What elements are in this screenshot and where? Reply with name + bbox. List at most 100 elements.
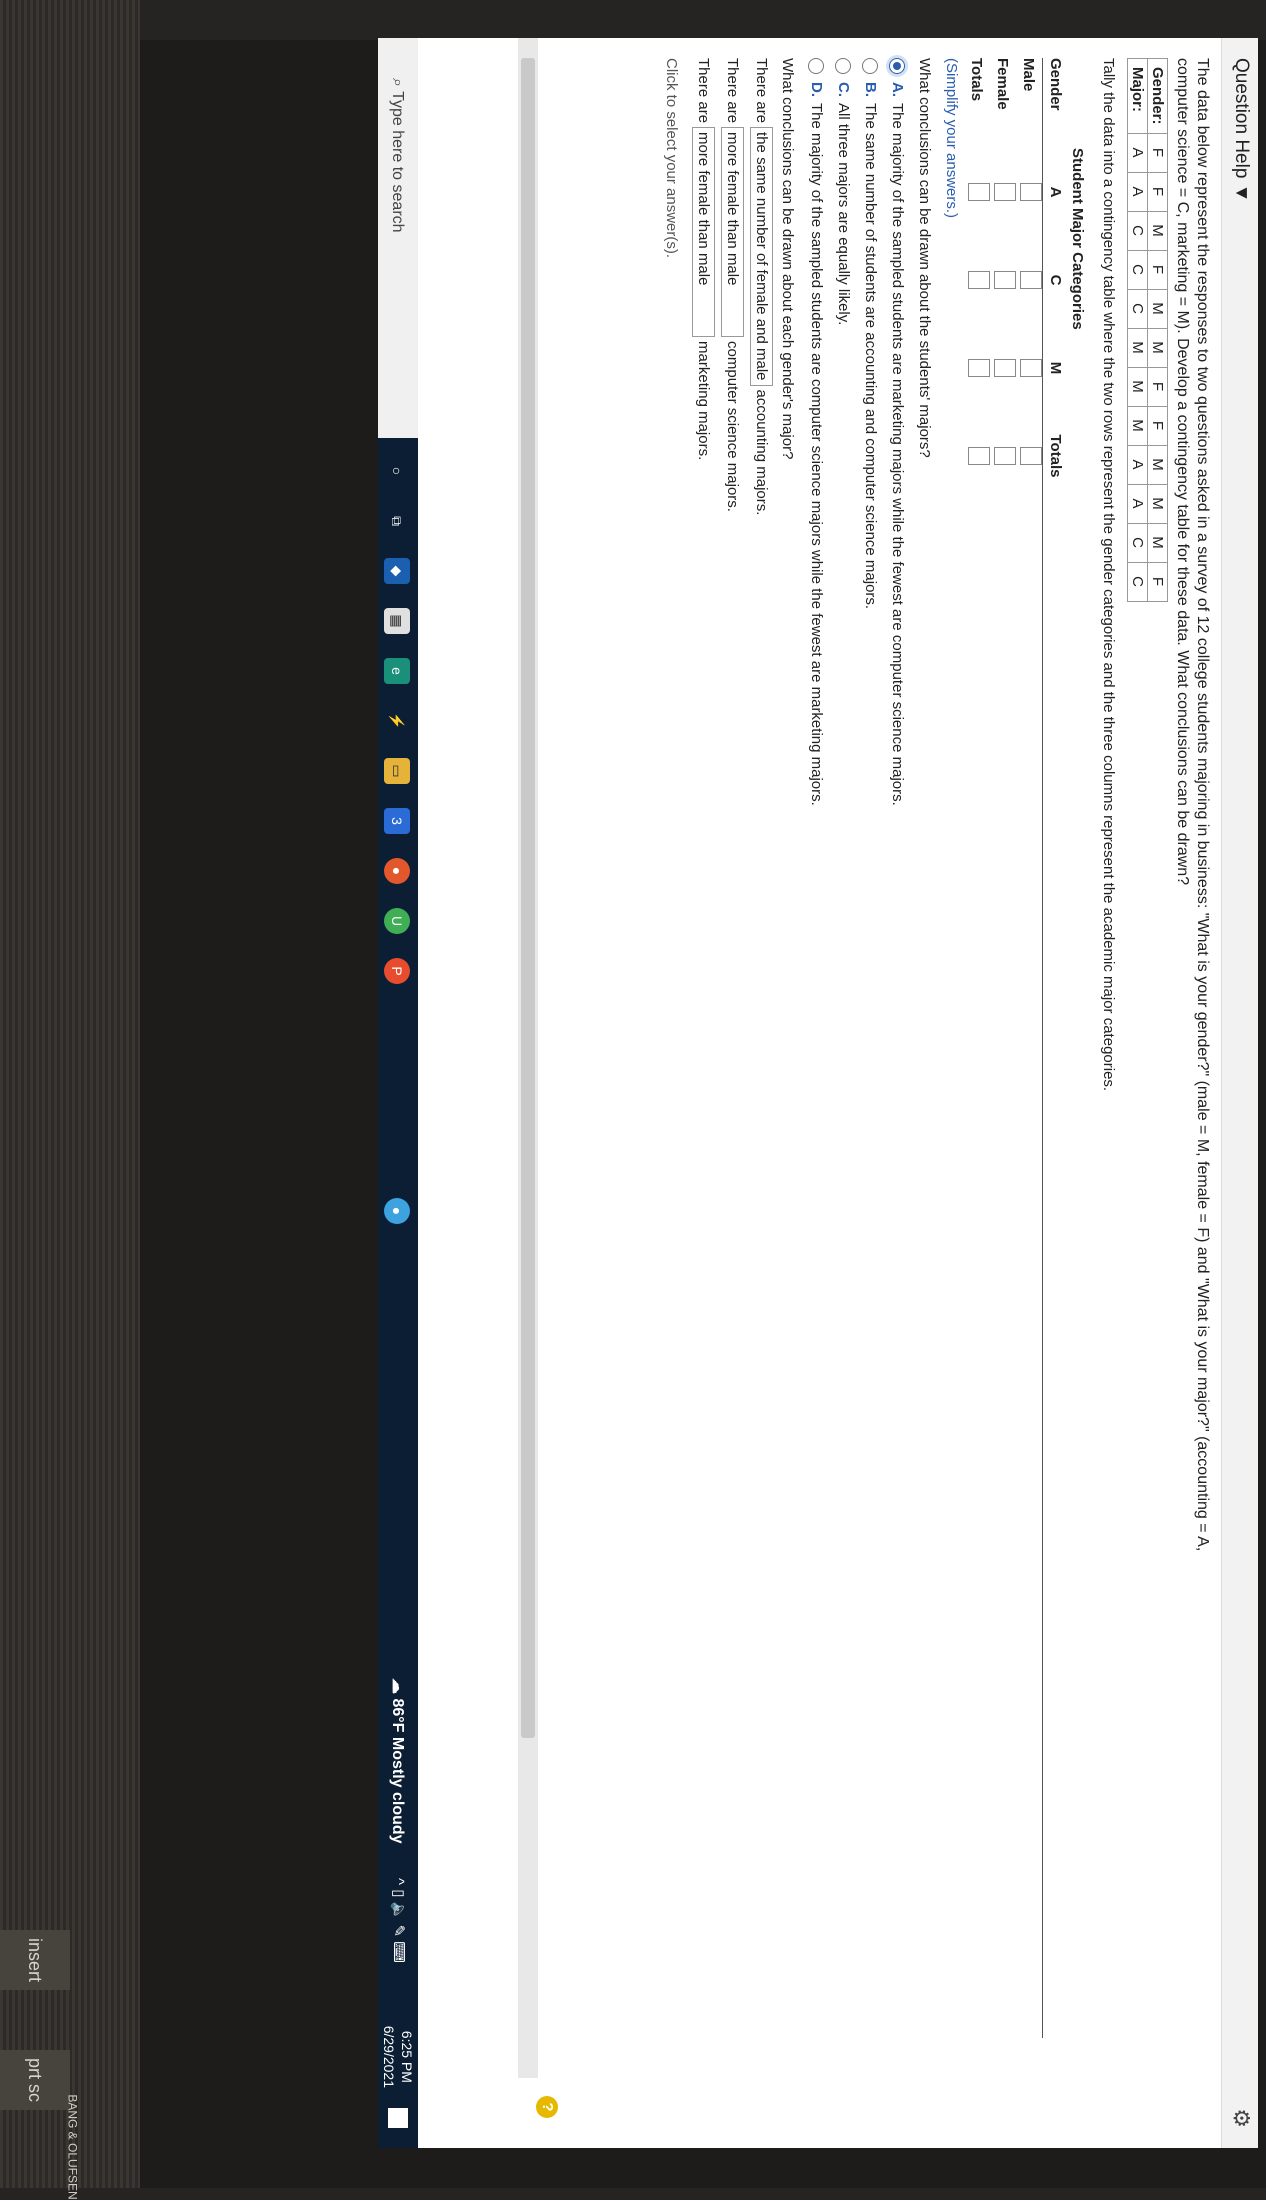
major-cell: C [1127, 289, 1148, 329]
major-cell: A [1127, 484, 1148, 524]
system-tray[interactable]: ^ ▯ 🔈 ✎ ⌨ [390, 1878, 408, 1963]
pen-icon[interactable]: ✎ [390, 1925, 407, 1938]
gender-cell: M [1147, 523, 1168, 563]
dropbox-icon[interactable]: ◆ [384, 558, 410, 584]
search-icon: ⌕ [389, 78, 406, 92]
weather-widget[interactable]: ☁ 86°F Mostly cloudy [388, 1678, 408, 1844]
gender-cell: F [1147, 562, 1168, 602]
click-hint: Click to select your answer(s). [663, 58, 680, 259]
app-blue-icon[interactable]: ● [384, 1198, 410, 1224]
major-cell: C [1127, 523, 1148, 563]
choice-letter: A. [889, 82, 906, 97]
app-u-icon[interactable]: U [384, 908, 410, 934]
choice-text: The majority of the sampled students are… [889, 103, 906, 806]
choice-b[interactable]: B. The same number of students are accou… [862, 58, 879, 2038]
gender-cell: F [1147, 406, 1168, 446]
radio[interactable] [808, 58, 825, 74]
answer-input[interactable] [994, 447, 1016, 465]
major-cell: A [1127, 133, 1148, 173]
scrollbar-thumb[interactable] [521, 58, 535, 1738]
row-label-female: Female [994, 58, 1012, 110]
brand-label: BANG & OLUFSEN [65, 2094, 80, 2200]
answer-input[interactable] [968, 183, 990, 201]
gender-cell: F [1147, 172, 1168, 212]
raw-data-table: Gender: F F M F M M F F M M M F Major: A… [1127, 58, 1168, 602]
key-insert: insert [0, 1930, 70, 1990]
radio-selected[interactable] [889, 58, 906, 74]
answer-input[interactable] [1020, 271, 1042, 289]
answer-input[interactable] [1020, 447, 1042, 465]
line-suffix: computer science majors. [724, 341, 741, 512]
gear-icon[interactable]: ⚙ [1228, 2108, 1254, 2128]
gender-line: There are the same number of female and … [750, 58, 773, 2038]
major-cell: C [1127, 562, 1148, 602]
gender-line: There are more female than male computer… [721, 58, 744, 2038]
dropdown-select[interactable]: the same number of female and male [750, 127, 773, 386]
search-placeholder: Type here to search [389, 91, 406, 233]
choice-d[interactable]: D. The majority of the sampled students … [808, 58, 825, 2038]
horizontal-scrollbar[interactable] [518, 38, 538, 2078]
row-label-totals: Totals [968, 58, 986, 102]
major-cell: M [1127, 367, 1148, 407]
network-icon[interactable]: ▯ [390, 1889, 407, 1897]
col-header-gender: Gender [1047, 58, 1065, 111]
answer-input[interactable] [968, 359, 990, 377]
answer-input[interactable] [994, 183, 1016, 201]
answer-input[interactable] [1020, 359, 1042, 377]
col-header-m: M [1047, 361, 1065, 375]
line-suffix: accounting majors. [753, 389, 770, 516]
app-p-icon[interactable]: P [384, 958, 410, 984]
gender-cell: M [1147, 328, 1168, 368]
dropdown-select[interactable]: more female than male [721, 127, 744, 338]
notification-icon[interactable] [388, 2108, 408, 2128]
major-label: Major: [1127, 58, 1148, 134]
answer-input[interactable] [968, 447, 990, 465]
folder-icon[interactable]: ▭ [384, 758, 410, 784]
problem-prompt: The data below represent the responses t… [1174, 58, 1211, 1552]
answer-input[interactable] [994, 271, 1016, 289]
dropdown-select[interactable]: more female than male [692, 127, 715, 338]
major-cell: C [1127, 211, 1148, 251]
task-view-icon[interactable]: ⧉ [384, 508, 410, 534]
edge-icon[interactable]: e [384, 658, 410, 684]
radio[interactable] [862, 58, 879, 74]
choice-letter: C. [835, 82, 852, 97]
lightning-icon[interactable]: ⚡ [384, 708, 410, 734]
choice-letter: D. [808, 82, 825, 97]
choice-letter: B. [862, 82, 879, 97]
major-cell: M [1127, 406, 1148, 446]
gender-cell: F [1147, 250, 1168, 290]
answer-input[interactable] [968, 271, 990, 289]
choice-c[interactable]: C. All three majors are equally likely. [835, 58, 852, 2038]
keyboard-icon[interactable]: ⌨ [390, 1941, 407, 1963]
cortana-icon[interactable]: ○ [384, 458, 410, 484]
help-icon[interactable]: ? [536, 2096, 558, 2118]
answer-input[interactable] [1020, 183, 1042, 201]
major-cell: A [1127, 445, 1148, 485]
table-row: Male [1016, 58, 1042, 2038]
gender-cell: M [1147, 484, 1168, 524]
choice-text: All three majors are equally likely. [835, 103, 852, 326]
col-header-totals: Totals [1047, 434, 1065, 478]
clock[interactable]: 6:25 PM 6/29/2021 [380, 2026, 416, 2088]
choice-a[interactable]: A. The majority of the sampled students … [889, 58, 906, 2038]
top-bar: Question Help ▼ ⚙ [1221, 38, 1258, 2148]
line-prefix: There are [753, 58, 770, 124]
volume-icon[interactable]: 🔈 [390, 1902, 407, 1921]
clock-time: 6:25 PM [399, 2030, 415, 2083]
mail-icon[interactable]: 3 [384, 808, 410, 834]
table-row: Female [990, 58, 1016, 2038]
choice-text: The majority of the sampled students are… [808, 103, 825, 806]
firefox-icon[interactable]: ● [384, 858, 410, 884]
radio[interactable] [835, 58, 852, 74]
gender-cell: F [1147, 367, 1168, 407]
question-help-button[interactable]: Question Help ▼ [1230, 58, 1252, 203]
store-icon[interactable]: ▦ [384, 608, 410, 634]
table-title: Student Major Categories [1069, 148, 1086, 330]
laptop-screen: Question Help ▼ ⚙ The data below represe… [378, 38, 1258, 2148]
answer-input[interactable] [994, 359, 1016, 377]
choice-text: The same number of students are accounti… [862, 103, 879, 610]
chevron-up-icon[interactable]: ^ [390, 1878, 407, 1885]
simplify-note: (Simplify your answers.) [943, 58, 960, 219]
taskbar-search[interactable]: ⌕ Type here to search [378, 38, 418, 438]
